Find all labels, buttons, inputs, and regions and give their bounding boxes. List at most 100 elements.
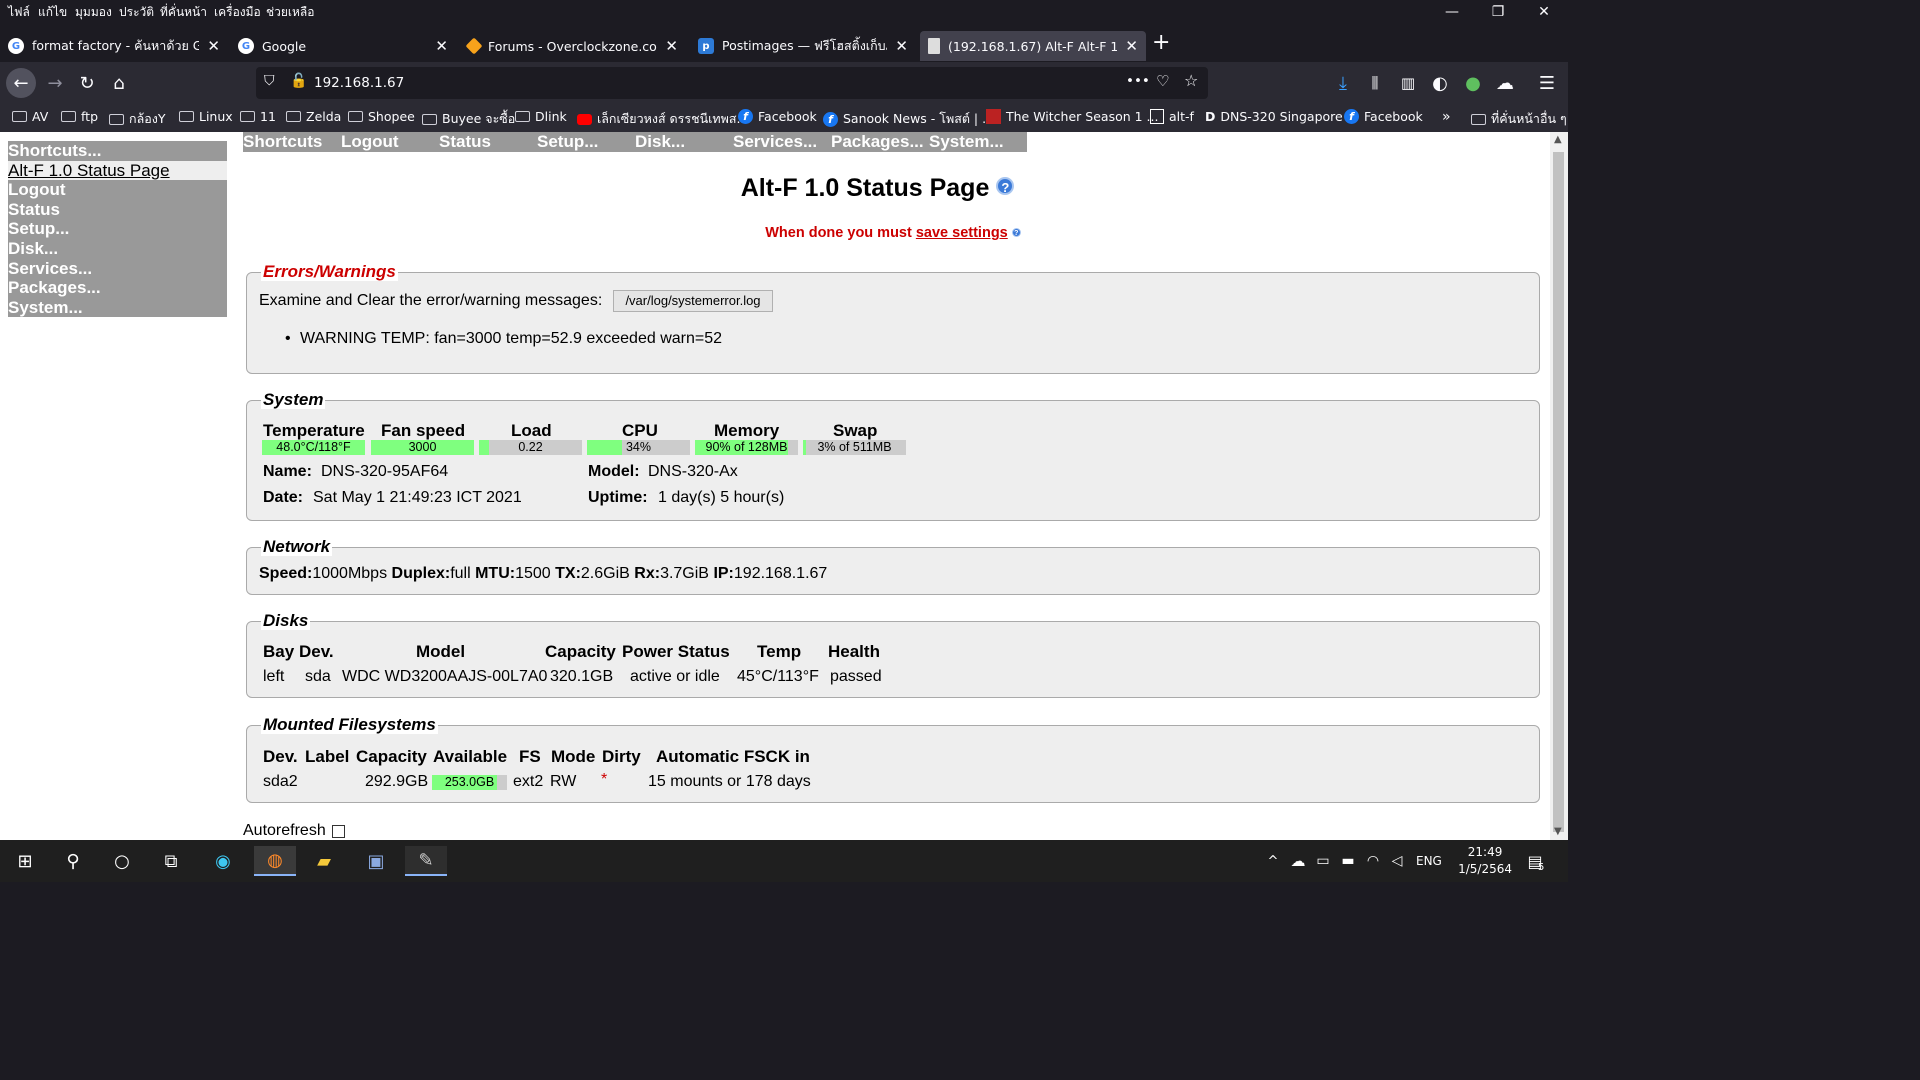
leftnav-system[interactable]: System... — [8, 298, 227, 318]
window-close-button[interactable]: ✕ — [1524, 4, 1564, 20]
tab-overclockzone[interactable]: Forums - Overclockzone.com ✕ — [460, 31, 686, 61]
library-icon[interactable]: ⫼ — [1360, 68, 1390, 98]
scroll-thumb[interactable] — [1553, 152, 1564, 832]
tab-format-factory[interactable]: G format factory - ค้นหาด้วย Google ✕ — [0, 31, 228, 61]
back-icon[interactable]: ← — [6, 68, 36, 98]
close-tab-icon[interactable]: ✕ — [1125, 37, 1138, 55]
topnav-status[interactable]: Status — [439, 132, 491, 152]
task-view-icon[interactable]: ⧉ — [156, 846, 186, 876]
disk-header-temp: Temp — [757, 642, 802, 661]
downloads-icon[interactable]: ⤓ — [1328, 68, 1358, 98]
notification-icon[interactable]: ▤ — [1520, 846, 1550, 876]
folder-icon — [348, 111, 363, 122]
tab-google[interactable]: G Google ✕ — [230, 31, 456, 61]
close-tab-icon[interactable]: ✕ — [895, 37, 908, 55]
topnav-shortcuts[interactable]: Shortcuts — [243, 132, 322, 152]
topnav-setup[interactable]: Setup... — [537, 132, 598, 152]
pocket-icon[interactable]: ♡ — [1156, 72, 1169, 90]
close-tab-icon[interactable]: ✕ — [207, 37, 220, 55]
bookmark-facebook-2[interactable]: f Facebook — [1344, 109, 1423, 124]
bookmark-witcher[interactable]: The Witcher Season 1 ... — [986, 109, 1158, 124]
cortana-icon[interactable]: ○ — [107, 846, 137, 876]
help-icon[interactable]: ? — [996, 177, 1015, 195]
extension-icon[interactable]: ☁ — [1490, 68, 1520, 98]
insecure-lock-icon[interactable]: 🔓 — [290, 73, 307, 89]
restore-button[interactable]: ❐ — [1478, 4, 1518, 20]
bookmark-folder[interactable]: Dlink — [515, 109, 567, 124]
topnav-services[interactable]: Services... — [733, 132, 817, 152]
other-bookmarks[interactable]: ที่คั่นหน้าอื่น ๆ — [1471, 109, 1567, 129]
forward-icon[interactable]: → — [40, 68, 70, 98]
bookmark-folder[interactable]: ftp — [61, 109, 98, 124]
clock[interactable]: 21:49 1/5/2564 — [1458, 844, 1512, 878]
save-settings-link[interactable]: save settings — [916, 225, 1008, 241]
bookmarks-overflow-icon[interactable]: » — [1442, 109, 1451, 125]
app-icon[interactable]: ▣ — [361, 846, 391, 876]
bookmark-folder[interactable]: Linux — [179, 109, 233, 124]
systemerror-log-button[interactable]: /var/log/systemerror.log — [613, 290, 773, 312]
url-text[interactable]: 192.168.1.67 — [314, 75, 404, 91]
topnav-system[interactable]: System... — [929, 132, 1004, 152]
menu-help[interactable]: ช่วยเหลือ — [266, 3, 315, 22]
search-icon[interactable]: ⚲ — [58, 846, 88, 876]
sidebar-icon[interactable]: ▥ — [1393, 68, 1423, 98]
menu-view[interactable]: มุมมอง — [75, 3, 112, 22]
scroll-down-icon[interactable]: ▼ — [1554, 826, 1562, 837]
help-icon[interactable]: ? — [1011, 228, 1021, 237]
language-indicator[interactable]: ENG — [1416, 854, 1442, 868]
topnav-disk[interactable]: Disk... — [635, 132, 685, 152]
bookmark-alt-f[interactable]: alt-f — [1150, 109, 1194, 124]
minimize-button[interactable]: — — [1432, 4, 1472, 20]
bookmark-sanook[interactable]: f Sanook News - โพสต์ | ... — [823, 109, 994, 129]
close-tab-icon[interactable]: ✕ — [435, 37, 448, 55]
account-icon[interactable]: ◐ — [1425, 68, 1455, 98]
vertical-scrollbar[interactable]: ▲ ▼ — [1550, 132, 1568, 840]
bookmark-folder[interactable]: Buyee จะซื้อ — [422, 109, 515, 129]
paint-icon[interactable]: ✎ — [405, 846, 447, 876]
menu-icon[interactable]: ☰ — [1532, 68, 1562, 98]
menu-history[interactable]: ประวัติ — [119, 3, 154, 22]
bookmark-star-icon[interactable]: ☆ — [1184, 71, 1198, 90]
mount-fs: ext2 — [513, 773, 544, 790]
scroll-up-icon[interactable]: ▲ — [1554, 134, 1562, 145]
new-tab-button[interactable]: + — [1152, 30, 1170, 55]
tab-altf-status[interactable]: (192.168.1.67) Alt-F Alt-F 1.0 Status Pa… — [920, 31, 1146, 61]
leftnav-services[interactable]: Services... — [8, 259, 227, 279]
close-tab-icon[interactable]: ✕ — [665, 37, 678, 55]
edge-icon[interactable]: ◉ — [208, 846, 238, 876]
menu-file[interactable]: ไฟล์ — [8, 3, 30, 22]
bookmark-folder[interactable]: Zelda — [286, 109, 341, 124]
extension-icon[interactable]: ● — [1458, 68, 1488, 98]
bookmark-folder[interactable]: Shopee — [348, 109, 415, 124]
home-icon[interactable]: ⌂ — [104, 68, 134, 98]
bookmark-youtube[interactable]: เล็กเซียวหงส์ ดรรชนีเทพส... — [577, 109, 748, 129]
topnav-logout[interactable]: Logout — [341, 132, 399, 152]
leftnav-logout[interactable]: Logout — [8, 180, 227, 200]
firefox-icon[interactable]: ◍ — [254, 846, 296, 876]
url-bar[interactable]: ⛉ 🔓 192.168.1.67 ••• ♡ ☆ — [256, 67, 1208, 99]
page-actions-icon[interactable]: ••• — [1126, 73, 1150, 89]
bookmark-folder[interactable]: 11 — [240, 109, 276, 124]
volume-icon[interactable]: ◁ — [1382, 846, 1412, 876]
menu-tools[interactable]: เครื่องมือ — [214, 3, 261, 22]
menu-bookmarks[interactable]: ที่คั่นหน้า — [160, 3, 207, 22]
tx-label: TX: — [555, 565, 581, 582]
topnav-packages[interactable]: Packages... — [831, 132, 924, 152]
bookmark-folder[interactable]: กล้องY — [109, 109, 165, 129]
leftnav-packages[interactable]: Packages... — [8, 278, 227, 298]
system-uptime: 1 day(s) 5 hour(s) — [658, 489, 785, 506]
leftnav-status[interactable]: Status — [8, 200, 227, 220]
shield-icon[interactable]: ⛉ — [264, 73, 275, 89]
reload-icon[interactable]: ↻ — [72, 68, 102, 98]
file-explorer-icon[interactable]: ▰ — [309, 846, 339, 876]
tab-postimages[interactable]: p Postimages — ฟรีโฮสติ้งเก็บภาพ ✕ — [690, 31, 916, 61]
leftnav-status-page[interactable]: Alt-F 1.0 Status Page — [8, 160, 227, 181]
bookmark-dns320[interactable]: D DNS-320 Singapore — [1205, 109, 1343, 124]
bookmark-facebook[interactable]: f Facebook — [738, 109, 817, 124]
menu-edit[interactable]: แก้ไข — [38, 3, 67, 22]
leftnav-shortcuts[interactable]: Shortcuts... — [8, 141, 227, 161]
windows-start-icon[interactable]: ⊞ — [10, 846, 40, 876]
autorefresh-checkbox[interactable] — [331, 824, 345, 838]
bookmark-folder[interactable]: AV — [12, 109, 48, 124]
leftnav-disk[interactable]: Disk... — [8, 239, 227, 259]
